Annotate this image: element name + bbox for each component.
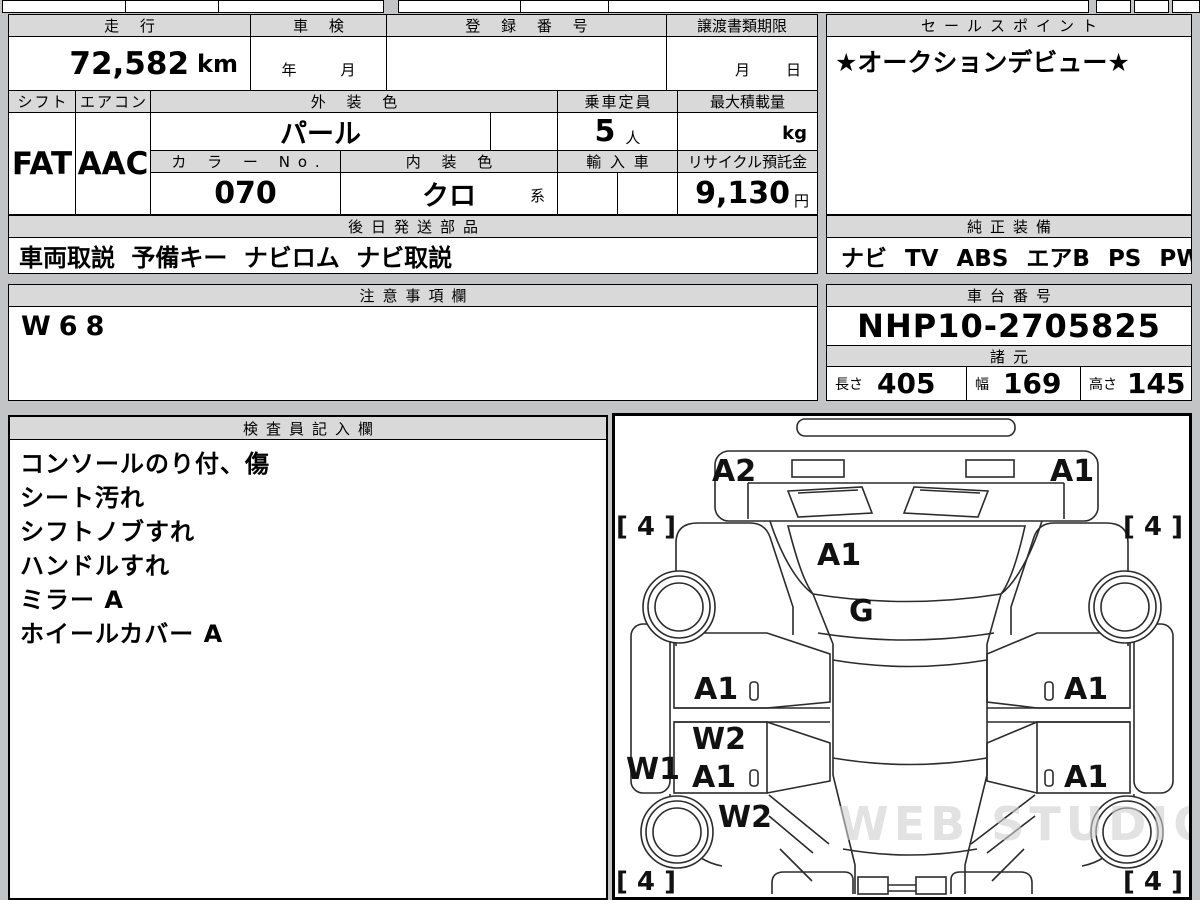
chassis-header: 車台番号 [826,284,1192,307]
mileage-header: 走 行 [8,14,251,37]
inspector-note-line: シート汚れ [20,484,145,512]
deadline-header: 譲渡書類期限 [666,14,818,37]
inspector-notes-list: コンソールのり付、傷 シート汚れシフトノブすれ ハンドルすれ ミラー A ホイールカバー… [10,441,606,657]
recycle-fee-header: リサイクル預託金 [677,150,818,173]
top-strip-cell [1096,0,1131,13]
sales-point-value: ★オークションデビュー★ [826,36,1192,215]
exterior-color-header: 外 装 色 [150,90,558,113]
top-strip-cell [1134,0,1169,13]
capacity-header: 乗車定員 [557,90,678,113]
equipment-value: ナビ TV ABS エアB PS PW [826,237,1192,274]
imported-header: 輸 入 車 [557,150,678,173]
registration-value [386,36,667,91]
auction-sheet: 走 行 車 検 登 録 番 号 譲渡書類期限 72,582 km 年月 月日 シフ… [0,0,1200,900]
spec-length: 長さ 405 [826,366,967,401]
shift-header: シフト [8,90,76,113]
inspector-notes-header: 検査員記入欄 [10,417,606,440]
inspector-note-line: コンソールのり付、傷 [20,450,270,478]
damage-label: [ 4 ] [1123,512,1183,542]
car-diagram: WEB STUDIO.PRO [612,413,1192,900]
capacity-value: 5人 [557,112,678,151]
interior-color-suffix: 系 [529,187,545,205]
interior-color-value: クロ 系 [340,172,558,215]
exterior-color-sub-cell [490,112,558,151]
spec-width: 幅 169 [966,366,1081,401]
specs-header: 諸元 [826,345,1192,367]
top-strip-cell [2,0,126,13]
damage-label: W2 [718,800,772,835]
chassis-value: NHP10-2705825 [826,306,1192,346]
inspector-note-line: ミラー A [20,586,124,614]
damage-label: W1 [626,752,680,787]
interior-color-header: 内 装 色 [340,150,558,173]
sales-point-header: セールスポイント [826,14,1192,37]
top-strip-cell [125,0,219,13]
inspector-note-line: シフトノブすれ [20,518,195,546]
diagram-labels: A2 A1 A1 G[ 4 ][ 4 ] A1 A1 W2 A1 A1 W1 W2[ 4 ][ 4 … [615,416,1189,897]
spec-height: 高さ 145 [1080,366,1192,401]
notes-header: 注意事項欄 [8,284,818,307]
notes-value: W68 [8,306,818,401]
exterior-color-value: パール [150,112,491,151]
car-diagram-inner: WEB STUDIO.PRO [615,416,1189,897]
color-no-value: 070 [150,172,341,215]
shift-value: FAT [8,112,76,215]
shaken-value: 年月 [250,36,387,91]
max-load-value: kg [677,112,818,151]
damage-label: A1 [1050,454,1095,489]
top-strip-cell [608,0,1089,13]
color-no-header: カ ラ ー No. [150,150,341,173]
registration-header: 登 録 番 号 [386,14,667,37]
inspector-notes-box: 検査員記入欄 コンソールのり付、傷 シート汚れシフトノブすれ ハンドルすれ ミラー A… [8,415,608,900]
top-strip-cell [218,0,384,13]
top-strip-cell [1172,0,1200,13]
damage-label: A1 [1064,672,1109,707]
damage-label: [ 4 ] [616,512,676,542]
inspector-note-line: ホイールカバー A [20,620,224,648]
damage-label: A1 [1064,760,1109,795]
damage-label: A1 [817,538,862,573]
imported-value-cell [617,172,678,215]
damage-label: A1 [692,760,737,795]
damage-label: G [849,594,874,629]
top-strip-cell [398,0,521,13]
later-parts-value: 車両取説 予備キー ナビロム ナビ取説 [8,237,818,274]
recycle-fee-value: 9,130 円 [677,172,818,215]
inspector-note-line: ハンドルすれ [20,552,170,580]
shaken-header: 車 検 [250,14,387,37]
equipment-header: 純正装備 [826,215,1192,238]
top-strip-cell [520,0,609,13]
damage-label: [ 4 ] [616,867,676,897]
max-load-header: 最大積載量 [677,90,818,113]
deadline-value: 月日 [666,36,818,91]
mileage-value: 72,582 km [8,36,251,91]
aircon-header: エアコン [75,90,151,113]
aircon-value: AAC [75,112,151,215]
imported-value-cell [557,172,618,215]
later-parts-header: 後日発送部品 [8,215,818,238]
damage-label: A1 [694,672,739,707]
damage-label: W2 [692,722,746,757]
damage-label: [ 4 ] [1123,867,1183,897]
damage-label: A2 [712,454,757,489]
